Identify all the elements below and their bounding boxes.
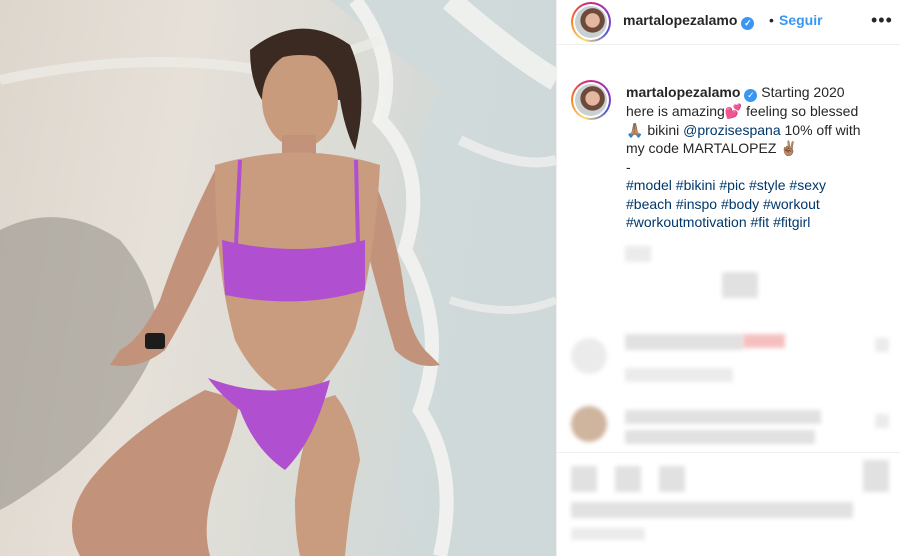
caption-line: 🙏🏽 bikini bbox=[626, 121, 684, 138]
caption-line: my code MARTALOPEZ ✌🏽 bbox=[626, 140, 798, 156]
post-details-panel: martalopezalamo ✓ • Seguir ••• martalopez… bbox=[556, 0, 900, 556]
blurred-comment-avatar bbox=[571, 406, 607, 442]
blurred-like-icon bbox=[875, 338, 889, 352]
post-header: martalopezalamo ✓ • Seguir ••• bbox=[557, 0, 900, 45]
hashtags-line[interactable]: #beach #inspo #body #workout bbox=[626, 196, 820, 212]
blurred-like-icon bbox=[875, 414, 889, 428]
author-avatar[interactable] bbox=[571, 2, 611, 42]
avatar-image bbox=[575, 84, 607, 116]
blurred-like-button bbox=[571, 466, 597, 492]
blurred-comment-text bbox=[625, 410, 821, 424]
blurred-comment-meta bbox=[625, 368, 733, 382]
blurred-likes-count bbox=[571, 502, 853, 518]
divider bbox=[557, 452, 900, 453]
mention-link[interactable]: @prozisespana bbox=[683, 122, 781, 138]
blurred-save-button bbox=[863, 460, 889, 492]
author-username[interactable]: martalopezalamo bbox=[623, 12, 737, 28]
hashtags-line[interactable]: #model #bikini #pic #style #sexy bbox=[626, 177, 826, 193]
blurred-share-button bbox=[659, 466, 685, 492]
caption-author-avatar[interactable] bbox=[571, 80, 611, 120]
header-separator: • bbox=[769, 12, 774, 28]
hashtags-line[interactable]: #workoutmotivation #fit #fitgirl bbox=[626, 214, 810, 230]
blurred-comment-text bbox=[625, 430, 815, 444]
post-photo[interactable] bbox=[0, 0, 556, 556]
blurred-timestamp bbox=[625, 246, 651, 262]
avatar-image bbox=[575, 6, 607, 38]
caption-line: 10% off with bbox=[780, 121, 861, 138]
blurred-comment-text bbox=[625, 334, 743, 350]
caption-line: here is amazing💕 feeling so blessed bbox=[626, 103, 859, 119]
blurred-comment-emoji bbox=[743, 334, 785, 348]
caption-dash: - bbox=[626, 158, 631, 175]
more-options-icon[interactable]: ••• bbox=[871, 10, 893, 31]
blurred-comment-button bbox=[615, 466, 641, 492]
verified-badge-icon: ✓ bbox=[741, 17, 755, 30]
post-caption: martalopezalamo ✓ Starting 2020 here is a… bbox=[626, 83, 888, 232]
blurred-comment-avatar bbox=[571, 338, 607, 374]
follow-button[interactable]: Seguir bbox=[779, 12, 823, 28]
verified-badge-icon: ✓ bbox=[744, 89, 758, 102]
beach-photo-illustration bbox=[0, 0, 556, 556]
caption-username-link[interactable]: martalopezalamo bbox=[626, 84, 740, 100]
caption-line: Starting 2020 bbox=[761, 84, 845, 100]
author-username-link[interactable]: martalopezalamo ✓ bbox=[623, 12, 755, 30]
blurred-load-more bbox=[722, 272, 758, 298]
blurred-post-date bbox=[571, 528, 645, 540]
